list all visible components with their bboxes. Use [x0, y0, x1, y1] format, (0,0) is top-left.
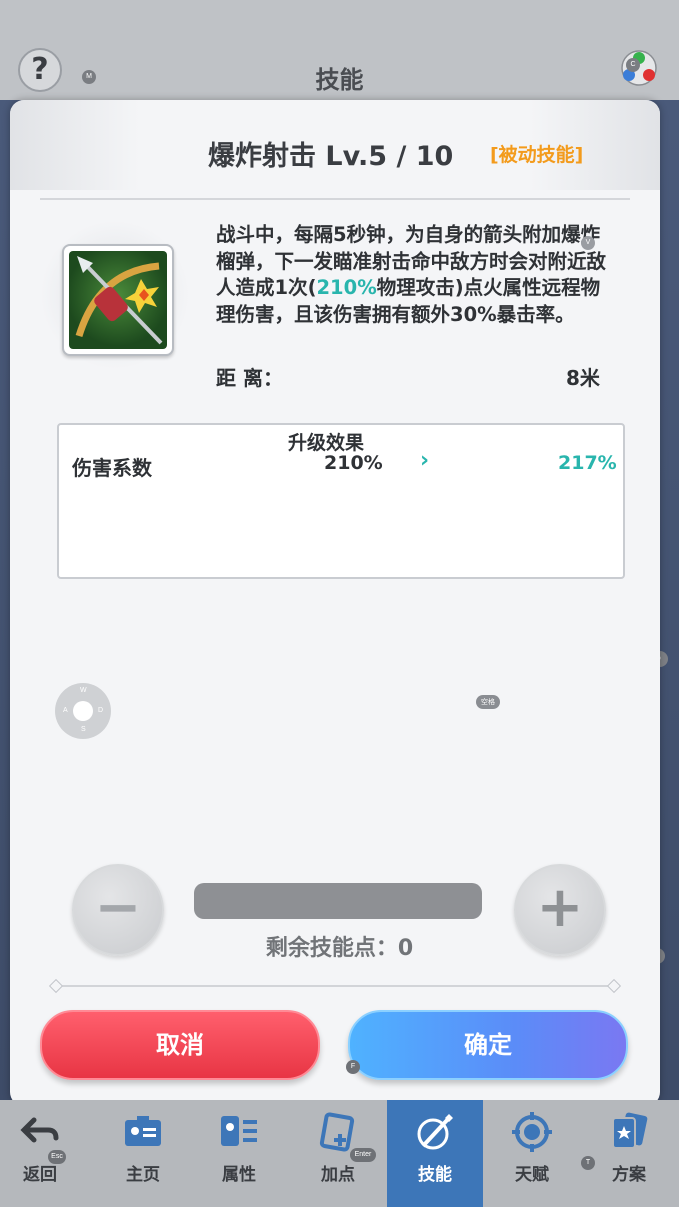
nav-skills-label: 技能	[418, 1165, 452, 1185]
plan-cards-icon	[612, 1112, 648, 1149]
skill-icon-frame	[62, 244, 174, 356]
footer-divider	[50, 985, 620, 987]
confirm-key-badge: F	[346, 1060, 360, 1074]
nav-attributes-label: 属性	[222, 1165, 256, 1185]
talent-compass-icon	[512, 1112, 552, 1152]
nav-home-label: 主页	[126, 1165, 160, 1185]
joystick-knob	[73, 701, 93, 721]
nav-back[interactable]: 返回	[0, 1100, 88, 1207]
joystick-key-a: A	[63, 707, 68, 714]
skill-icon	[69, 251, 167, 349]
nav-add-points-label: 加点	[321, 1165, 355, 1185]
header-divider	[40, 198, 630, 200]
upgrade-effect-title: 升级效果	[288, 432, 365, 454]
range-label: 距 离：	[216, 366, 283, 390]
joystick-key-d: D	[98, 707, 104, 714]
enter-key-badge: Enter	[350, 1148, 376, 1162]
skill-point-bar	[194, 883, 482, 919]
cancel-button[interactable]: 取消	[40, 1010, 320, 1080]
id-card-icon	[125, 1116, 161, 1146]
remaining-skill-points: 剩余技能点：0	[265, 936, 414, 961]
nav-home[interactable]: 主页	[95, 1100, 191, 1207]
upgrade-next-value: 217%	[558, 452, 617, 474]
nav-talent[interactable]: 天赋	[484, 1100, 580, 1207]
add-points-icon	[319, 1112, 355, 1152]
upgrade-current-value: 210%	[324, 452, 383, 474]
page-title: 技能	[315, 66, 364, 94]
v-key-badge: V	[581, 236, 595, 250]
explosive-arrow-icon	[75, 256, 163, 345]
nav-skills[interactable]: 技能	[387, 1100, 483, 1207]
nav-attributes[interactable]: 属性	[191, 1100, 287, 1207]
movement-joystick[interactable]: W A D S	[55, 683, 111, 739]
confirm-button[interactable]: 确定	[348, 1010, 628, 1080]
description-highlight: 210%	[316, 276, 377, 299]
nav-plan-label: 方案	[612, 1165, 646, 1185]
range-value: 8米	[566, 366, 600, 390]
nav-back-label: 返回	[23, 1165, 57, 1185]
attributes-icon	[221, 1116, 257, 1146]
nav-talent-label: 天赋	[515, 1165, 549, 1185]
skill-description: 战斗中，每隔5秒钟，为自身的箭头附加爆炸榴弹，下一发瞄准射击命中敌方时会对附近敌…	[216, 222, 616, 328]
esc-key-badge: Esc	[48, 1150, 66, 1164]
joystick-key-w: W	[80, 687, 87, 694]
skill-type-badge: [被动技能]	[490, 144, 584, 166]
upgrade-stat-name: 伤害系数	[72, 456, 152, 480]
upgrade-arrow-icon: ›	[420, 448, 430, 473]
space-key-badge: 空格	[476, 695, 500, 709]
skills-sword-icon	[417, 1114, 453, 1150]
skill-title: 爆炸射击 Lv.5 / 10	[208, 141, 454, 172]
back-arrow-icon	[20, 1117, 59, 1143]
nav-plan[interactable]: 方案	[581, 1100, 677, 1207]
element-key-badge: C	[626, 58, 640, 72]
joystick-key-s: S	[81, 726, 86, 733]
